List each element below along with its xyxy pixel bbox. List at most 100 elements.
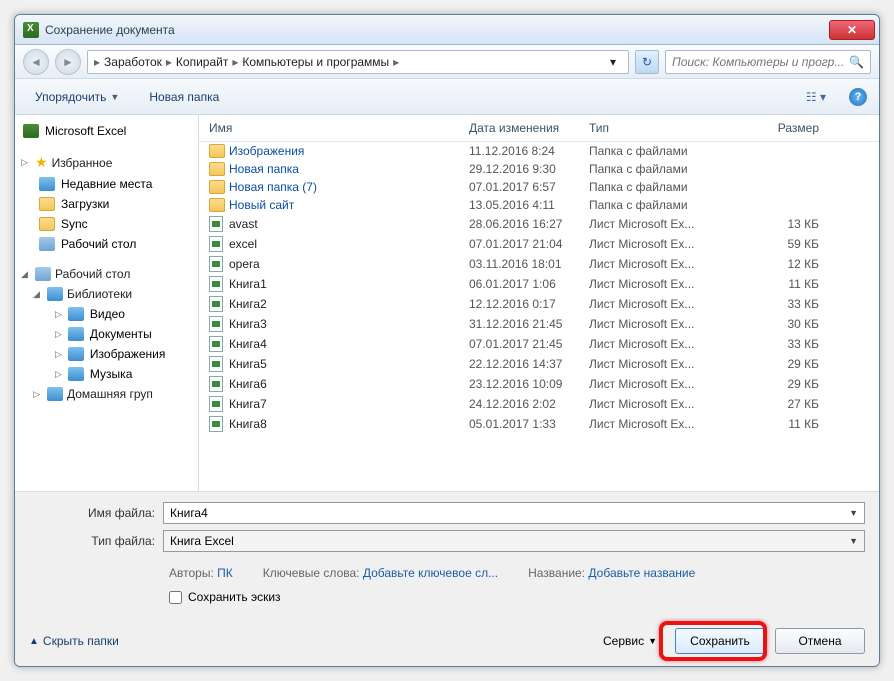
file-size: 33 КБ bbox=[739, 297, 819, 311]
search-input[interactable] bbox=[672, 55, 845, 69]
file-name: excel bbox=[229, 237, 469, 251]
save-button[interactable]: Сохранить bbox=[675, 628, 765, 654]
sidebar-item-desktop[interactable]: Рабочий стол bbox=[15, 234, 198, 254]
excel-file-icon bbox=[209, 416, 229, 432]
file-date: 23.12.2016 10:09 bbox=[469, 377, 589, 391]
file-row[interactable]: Книга5 22.12.2016 14:37 Лист Microsoft E… bbox=[199, 354, 879, 374]
file-type: Лист Microsoft Ex... bbox=[589, 397, 739, 411]
file-row[interactable]: Книга8 05.01.2017 1:33 Лист Microsoft Ex… bbox=[199, 414, 879, 434]
file-row[interactable]: excel 07.01.2017 21:04 Лист Microsoft Ex… bbox=[199, 234, 879, 254]
title-value[interactable]: Добавьте название bbox=[588, 566, 695, 580]
file-list: Имя Дата изменения Тип Размер Изображени… bbox=[199, 115, 879, 491]
file-size: 11 КБ bbox=[739, 277, 819, 291]
help-icon[interactable]: ? bbox=[849, 88, 867, 106]
sidebar-item-documents[interactable]: ▷Документы bbox=[15, 324, 198, 344]
file-row[interactable]: Книга7 24.12.2016 2:02 Лист Microsoft Ex… bbox=[199, 394, 879, 414]
breadcrumb-dropdown[interactable]: ▾ bbox=[604, 55, 622, 69]
filename-input[interactable] bbox=[170, 506, 858, 520]
thumbnail-checkbox[interactable] bbox=[169, 591, 182, 604]
breadcrumb-item[interactable]: Копирайт bbox=[176, 55, 228, 69]
sidebar-item-pictures[interactable]: ▷Изображения bbox=[15, 344, 198, 364]
file-date: 07.01.2017 21:04 bbox=[469, 237, 589, 251]
breadcrumb-sep: ▸ bbox=[232, 55, 238, 69]
breadcrumb[interactable]: ▸ Заработок ▸ Копирайт ▸ Компьютеры и пр… bbox=[87, 50, 629, 74]
file-type: Папка с файлами bbox=[589, 144, 739, 158]
file-date: 12.12.2016 0:17 bbox=[469, 297, 589, 311]
file-row[interactable]: opera 03.11.2016 18:01 Лист Microsoft Ex… bbox=[199, 254, 879, 274]
keywords-value[interactable]: Добавьте ключевое сл... bbox=[363, 566, 498, 580]
sidebar: Microsoft Excel ▷★Избранное Недавние мес… bbox=[15, 115, 199, 491]
bottom-panel: Имя файла: ▼ Тип файла: Книга Excel ▼ Ав… bbox=[15, 491, 879, 616]
sidebar-desktop-group[interactable]: ◢Рабочий стол bbox=[15, 264, 198, 284]
file-row[interactable]: Книга2 12.12.2016 0:17 Лист Microsoft Ex… bbox=[199, 294, 879, 314]
sidebar-libraries[interactable]: ◢Библиотеки bbox=[15, 284, 198, 304]
file-row[interactable]: Новая папка (7) 07.01.2017 6:57 Папка с … bbox=[199, 178, 879, 196]
authors-label: Авторы: bbox=[169, 566, 214, 580]
sidebar-item-video[interactable]: ▷Видео bbox=[15, 304, 198, 324]
filetype-field[interactable]: Книга Excel ▼ bbox=[163, 530, 865, 552]
search-icon: 🔍 bbox=[849, 55, 864, 69]
breadcrumb-item[interactable]: Заработок bbox=[104, 55, 162, 69]
authors-value[interactable]: ПК bbox=[217, 566, 233, 580]
col-date[interactable]: Дата изменения bbox=[469, 121, 589, 135]
file-row[interactable]: Новый сайт 13.05.2016 4:11 Папка с файла… bbox=[199, 196, 879, 214]
refresh-button[interactable]: ↻ bbox=[635, 50, 659, 74]
file-name: Изображения bbox=[229, 144, 469, 158]
file-row[interactable]: Книга3 31.12.2016 21:45 Лист Microsoft E… bbox=[199, 314, 879, 334]
file-row[interactable]: Книга6 23.12.2016 10:09 Лист Microsoft E… bbox=[199, 374, 879, 394]
col-size[interactable]: Размер bbox=[739, 121, 819, 135]
breadcrumb-sep: ▸ bbox=[94, 55, 100, 69]
file-name: Новая папка (7) bbox=[229, 180, 469, 194]
col-name[interactable]: Имя bbox=[209, 121, 469, 135]
close-button[interactable]: ✕ bbox=[829, 20, 875, 40]
sidebar-homegroup[interactable]: ▷Домашняя груп bbox=[15, 384, 198, 404]
file-type: Лист Microsoft Ex... bbox=[589, 217, 739, 231]
file-row[interactable]: Книга1 06.01.2017 1:06 Лист Microsoft Ex… bbox=[199, 274, 879, 294]
organize-button[interactable]: Упорядочить▼ bbox=[27, 86, 127, 108]
file-name: Книга8 bbox=[229, 417, 469, 431]
new-folder-button[interactable]: Новая папка bbox=[141, 86, 227, 108]
sidebar-app[interactable]: Microsoft Excel bbox=[15, 121, 198, 141]
file-row[interactable]: avast 28.06.2016 16:27 Лист Microsoft Ex… bbox=[199, 214, 879, 234]
file-name: avast bbox=[229, 217, 469, 231]
save-dialog: Сохранение документа ✕ ◄ ► ▸ Заработок ▸… bbox=[14, 14, 880, 667]
cancel-button[interactable]: Отмена bbox=[775, 628, 865, 654]
sidebar-item-sync[interactable]: Sync bbox=[15, 214, 198, 234]
folder-icon bbox=[209, 144, 229, 158]
hide-folders-button[interactable]: ▲Скрыть папки bbox=[29, 634, 119, 648]
file-date: 22.12.2016 14:37 bbox=[469, 357, 589, 371]
excel-file-icon bbox=[209, 356, 229, 372]
col-type[interactable]: Тип bbox=[589, 121, 739, 135]
back-button[interactable]: ◄ bbox=[23, 49, 49, 75]
service-button[interactable]: Сервис▼ bbox=[595, 631, 665, 651]
navbar: ◄ ► ▸ Заработок ▸ Копирайт ▸ Компьютеры … bbox=[15, 45, 879, 79]
excel-file-icon bbox=[209, 376, 229, 392]
file-date: 06.01.2017 1:06 bbox=[469, 277, 589, 291]
file-size: 27 КБ bbox=[739, 397, 819, 411]
sidebar-item-downloads[interactable]: Загрузки bbox=[15, 194, 198, 214]
search-box[interactable]: 🔍 bbox=[665, 50, 871, 74]
filetype-dropdown[interactable]: ▼ bbox=[849, 536, 858, 546]
filename-field[interactable]: ▼ bbox=[163, 502, 865, 524]
filename-dropdown[interactable]: ▼ bbox=[849, 508, 858, 518]
file-name: Книга3 bbox=[229, 317, 469, 331]
excel-file-icon bbox=[209, 316, 229, 332]
view-options-button[interactable]: ☷ ▾ bbox=[797, 87, 835, 107]
file-row[interactable]: Книга4 07.01.2017 21:45 Лист Microsoft E… bbox=[199, 334, 879, 354]
file-date: 07.01.2017 6:57 bbox=[469, 180, 589, 194]
breadcrumb-sep: ▸ bbox=[393, 55, 399, 69]
file-size: 30 КБ bbox=[739, 317, 819, 331]
list-header[interactable]: Имя Дата изменения Тип Размер bbox=[199, 115, 879, 142]
file-date: 11.12.2016 8:24 bbox=[469, 144, 589, 158]
thumbnail-label: Сохранить эскиз bbox=[188, 590, 281, 604]
breadcrumb-item[interactable]: Компьютеры и программы bbox=[242, 55, 389, 69]
breadcrumb-sep: ▸ bbox=[166, 55, 172, 69]
sidebar-item-music[interactable]: ▷Музыка bbox=[15, 364, 198, 384]
excel-file-icon bbox=[209, 256, 229, 272]
file-row[interactable]: Изображения 11.12.2016 8:24 Папка с файл… bbox=[199, 142, 879, 160]
file-row[interactable]: Новая папка 29.12.2016 9:30 Папка с файл… bbox=[199, 160, 879, 178]
file-name: Книга4 bbox=[229, 337, 469, 351]
forward-button[interactable]: ► bbox=[55, 49, 81, 75]
sidebar-item-recent[interactable]: Недавние места bbox=[15, 174, 198, 194]
sidebar-favorites[interactable]: ▷★Избранное bbox=[15, 151, 198, 174]
